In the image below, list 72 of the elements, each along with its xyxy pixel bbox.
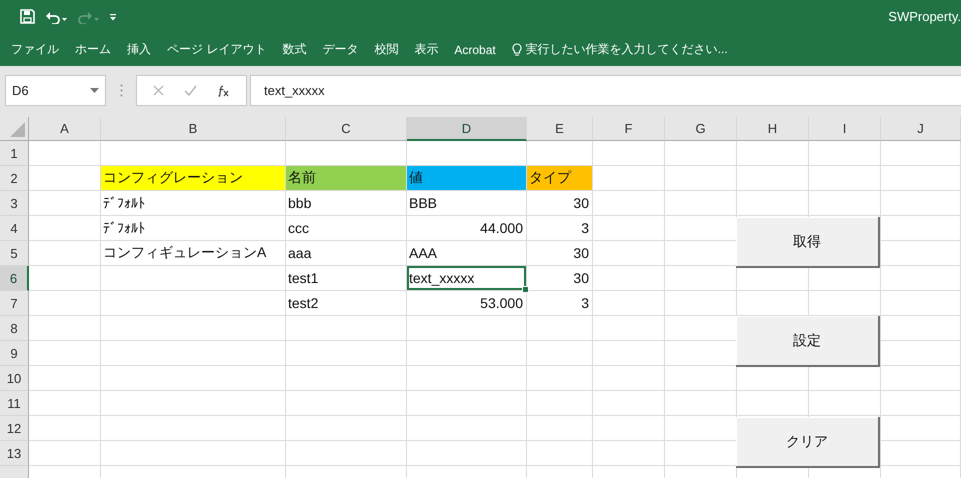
row-header[interactable]: 3 [0, 191, 29, 216]
table-cell[interactable]: ﾃﾞﾌｫﾙﾄ [101, 191, 285, 215]
active-cell[interactable]: text_xxxxx [407, 266, 526, 290]
sheet-button[interactable]: クリア [736, 417, 880, 468]
table-cell[interactable]: 53.000 [407, 291, 526, 315]
table-cell[interactable]: bbb [286, 191, 406, 215]
column-header[interactable]: I [809, 117, 881, 141]
column-header[interactable]: C [286, 117, 407, 141]
name-box[interactable]: D6 [5, 75, 106, 106]
ribbon-tab[interactable]: ページ レイアウト [167, 41, 266, 58]
row-header[interactable]: 6 [0, 266, 29, 291]
ribbon-tab[interactable]: Acrobat [454, 42, 496, 56]
row-header[interactable]: 2 [0, 166, 29, 191]
row-header[interactable]: 10 [0, 366, 29, 391]
table-cell[interactable]: 3 [527, 291, 592, 315]
table-cell[interactable]: 44.000 [407, 216, 526, 240]
table-cell[interactable]: aaa [286, 241, 406, 265]
row-header[interactable]: 13 [0, 441, 29, 466]
undo-icon[interactable] [45, 10, 67, 24]
ribbon-tab[interactable]: データ [322, 41, 358, 58]
column-header[interactable]: G [665, 117, 737, 141]
column-header[interactable]: A [29, 117, 101, 141]
ribbon-tab[interactable]: 数式 [282, 41, 306, 58]
row-header[interactable]: 12 [0, 416, 29, 441]
lightbulb-icon [512, 42, 522, 56]
ribbon-tab[interactable]: ファイル [11, 41, 59, 58]
row-header[interactable]: 11 [0, 391, 29, 416]
column-header[interactable]: F [593, 117, 665, 141]
table-cell[interactable]: test2 [286, 291, 406, 315]
window-title: SWProperty. [888, 9, 961, 24]
cancel-icon[interactable] [153, 85, 164, 96]
column-header[interactable]: E [527, 117, 593, 141]
table-cell[interactable]: ﾃﾞﾌｫﾙﾄ [101, 216, 285, 240]
row-header[interactable]: 8 [0, 316, 29, 341]
function-icon[interactable] [217, 84, 230, 96]
table-cell[interactable]: 3 [527, 216, 592, 240]
column-header[interactable]: H [737, 117, 809, 141]
column-header[interactable]: B [101, 117, 286, 141]
table-cell[interactable]: コンフィグレーション [101, 166, 285, 190]
table-cell[interactable]: 名前 [286, 166, 406, 190]
ribbon-tab[interactable]: 校閲 [374, 41, 398, 58]
row-header[interactable]: 9 [0, 341, 29, 366]
dropdown-caret-icon[interactable] [90, 88, 99, 93]
table-cell[interactable]: タイプ [527, 166, 592, 190]
select-all-icon[interactable] [10, 122, 25, 137]
row-header[interactable]: 1 [0, 141, 29, 166]
row-header[interactable]: 5 [0, 241, 29, 266]
table-cell[interactable]: BBB [407, 191, 526, 215]
table-cell[interactable]: AAA [407, 241, 526, 265]
sheet-button[interactable]: 設定 [736, 316, 880, 367]
table-cell[interactable]: 30 [527, 266, 592, 290]
save-icon[interactable] [20, 9, 35, 24]
grip-icon[interactable] [120, 84, 122, 97]
ribbon-tab[interactable]: 挿入 [127, 41, 151, 58]
select-all-corner[interactable] [0, 117, 29, 141]
table-cell[interactable]: 30 [527, 191, 592, 215]
column-header[interactable]: D [407, 117, 527, 141]
customize-icon[interactable] [109, 12, 117, 20]
table-cell[interactable]: 30 [527, 241, 592, 265]
row-header[interactable]: 7 [0, 291, 29, 316]
formula-field[interactable]: text_xxxxx [250, 75, 961, 106]
ribbon-tab[interactable]: ホーム [75, 41, 111, 58]
check-icon[interactable] [184, 85, 197, 96]
tell-me-field[interactable]: 実行したい作業を入力してください... [512, 41, 728, 58]
sheet-button[interactable]: 取得 [736, 217, 880, 268]
table-cell[interactable]: test1 [286, 266, 406, 290]
column-header[interactable]: J [881, 117, 961, 141]
row-header[interactable]: 4 [0, 216, 29, 241]
table-cell[interactable]: ccc [286, 216, 406, 240]
table-cell[interactable]: 値 [407, 166, 526, 190]
table-cell[interactable]: コンフィギュレーションA [101, 241, 285, 265]
ribbon-tab[interactable]: 表示 [414, 41, 438, 58]
